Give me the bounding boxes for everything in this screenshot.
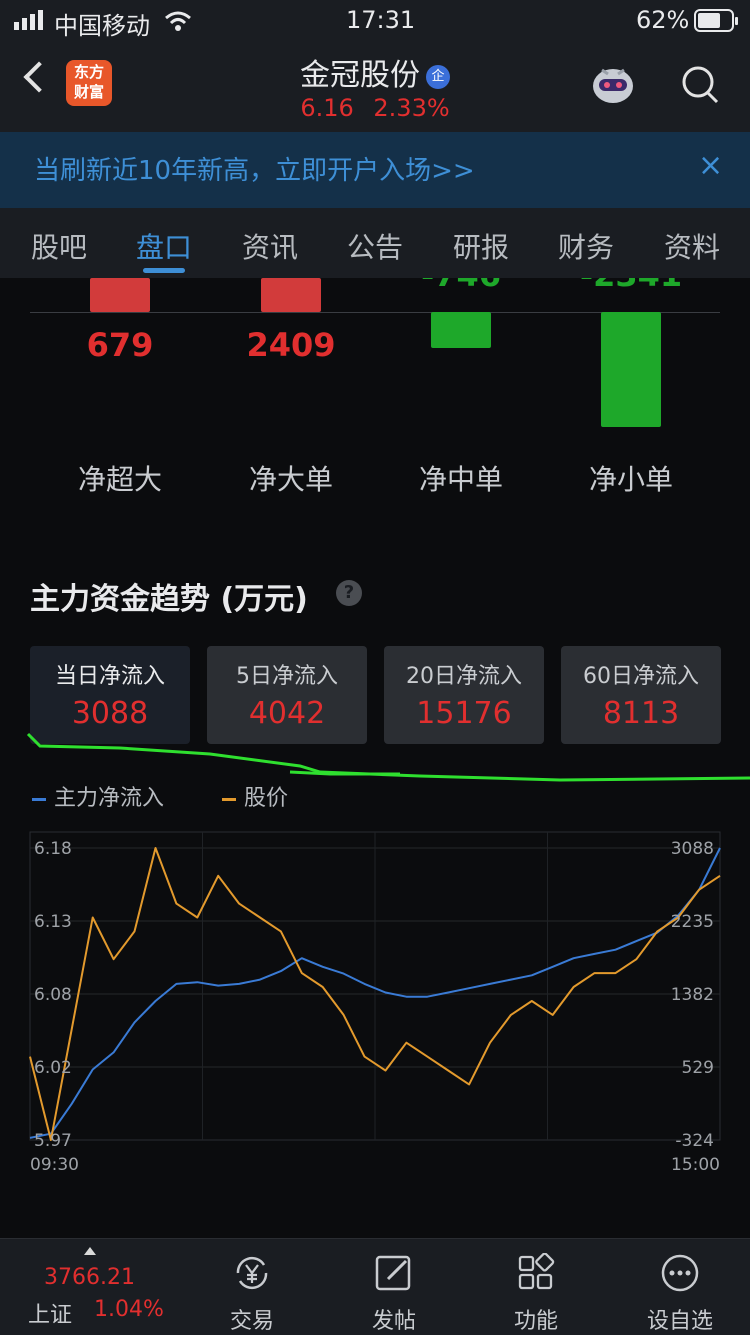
index-value[interactable]: 3766.21 xyxy=(44,1265,135,1290)
wifi-icon xyxy=(165,11,191,31)
net-flow-bar-small xyxy=(601,312,661,427)
status-bar: 中国移动 17:31 62% xyxy=(0,0,750,42)
net-flow-value-large: 2409 xyxy=(246,326,336,364)
x-tick-label: 09:30 xyxy=(30,1155,79,1175)
help-icon[interactable]: ? xyxy=(336,580,362,606)
tab-research[interactable]: 研报 xyxy=(436,226,526,266)
fund-flow-chart[interactable]: 6.18 6.13 6.08 6.02 5.97 3088 2235 1382 529 -324 0… xyxy=(0,820,750,1190)
net-flow-bar-super-large xyxy=(90,278,150,312)
net-flow-value-small: -2341 xyxy=(561,278,701,294)
yen-cycle-icon xyxy=(236,1256,268,1290)
nav-watchlist-settings[interactable]: 设自选 xyxy=(630,1253,730,1335)
card-label: 60日净流入 xyxy=(583,664,699,689)
net-flow-bar-medium xyxy=(431,312,491,348)
y-left-tick-label: 6.18 xyxy=(34,839,72,859)
edit-icon xyxy=(375,1255,411,1291)
net-flow-bar-large xyxy=(261,278,321,312)
tab-profile[interactable]: 资料 xyxy=(647,226,737,266)
battery-icon xyxy=(694,9,738,32)
y-right-tick-label: -324 xyxy=(675,1131,714,1151)
y-right-tick-label: 1382 xyxy=(671,985,714,1005)
tab-finance[interactable]: 财务 xyxy=(541,226,631,266)
legend-swatch-blue xyxy=(32,797,46,801)
y-left-tick-label: 6.02 xyxy=(34,1058,72,1078)
net-flow-value-super-large: 679 xyxy=(86,326,154,364)
card-label: 当日净流入 xyxy=(54,664,165,689)
promo-banner[interactable]: 当刷新近10年新高，立即开户入场>> × xyxy=(0,132,750,208)
tab-bar: 股吧 盘口 资讯 公告 研报 财务 资料 xyxy=(0,208,750,278)
tab-pankou[interactable]: 盘口 xyxy=(119,226,209,266)
robot-assistant-icon[interactable] xyxy=(588,62,638,106)
stock-price: 6.16 xyxy=(300,94,354,122)
net-flow-section: 679 2409 -746 -2341 净超大 净大单 净中单 净小单 xyxy=(0,278,750,508)
card-label: 20日净流入 xyxy=(406,664,522,689)
card-label: 5日净流入 xyxy=(236,664,338,689)
index-change[interactable]: 1.04% xyxy=(94,1297,164,1322)
card-value: 15176 xyxy=(416,696,512,731)
index-name[interactable]: 上证 xyxy=(28,1297,72,1329)
y-left-tick-label: 6.08 xyxy=(34,985,72,1005)
net-flow-label-medium: 净中单 xyxy=(418,463,503,496)
stock-header: 东方 财富 金冠股份企 6.16 2.33% xyxy=(0,42,750,132)
net-flow-label-super-large: 净超大 xyxy=(77,463,162,496)
more-dots-icon xyxy=(661,1254,699,1292)
net-flow-label-large: 净大单 xyxy=(248,463,333,496)
signal-icon xyxy=(14,10,43,30)
card-value: 8113 xyxy=(602,696,680,731)
y-right-tick-label: 3088 xyxy=(671,839,714,859)
tab-active-indicator xyxy=(143,268,185,273)
x-tick-label: 15:00 xyxy=(671,1155,720,1175)
y-right-tick-label: 2235 xyxy=(671,912,714,932)
bottom-nav: 3766.21 上证 1.04% 交易 发帖 功能 设自选 xyxy=(0,1238,750,1335)
legend-price: 股价 xyxy=(222,780,288,812)
y-right-tick-label: 529 xyxy=(682,1058,714,1078)
stock-name: 金冠股份 xyxy=(300,58,420,93)
net-flow-label-small: 净小单 xyxy=(588,463,673,496)
close-icon[interactable]: × xyxy=(698,148,723,183)
index-up-arrow-icon xyxy=(84,1247,96,1255)
enterprise-badge-icon: 企 xyxy=(426,64,450,89)
nav-post[interactable]: 发帖 xyxy=(344,1253,444,1335)
nav-functions[interactable]: 功能 xyxy=(486,1252,586,1335)
chart-grid xyxy=(29,831,721,1141)
clock: 17:31 xyxy=(346,6,416,34)
search-icon[interactable] xyxy=(680,62,720,106)
net-flow-value-medium: -746 xyxy=(391,278,531,294)
stock-change-pct: 2.33% xyxy=(373,94,450,122)
tab-announcements[interactable]: 公告 xyxy=(330,226,420,266)
card-value: 3088 xyxy=(71,696,149,731)
y-left-tick-label: 6.13 xyxy=(34,912,72,932)
legend-swatch-orange xyxy=(222,797,236,801)
battery-percent: 62% xyxy=(636,6,690,34)
grid-apps-icon xyxy=(518,1252,555,1290)
legend-main-inflow: 主力净流入 xyxy=(32,780,164,812)
card-value: 4042 xyxy=(248,696,326,731)
tab-guba[interactable]: 股吧 xyxy=(14,226,104,266)
carrier-label: 中国移动 xyxy=(54,12,150,40)
tab-news[interactable]: 资讯 xyxy=(225,226,315,266)
promo-banner-text[interactable]: 当刷新近10年新高，立即开户入场>> xyxy=(34,150,475,187)
nav-trade[interactable]: 交易 xyxy=(202,1253,302,1335)
trend-section-title: 主力资金趋势 (万元) xyxy=(30,582,308,617)
y-left-tick-label: 5.97 xyxy=(34,1131,72,1151)
